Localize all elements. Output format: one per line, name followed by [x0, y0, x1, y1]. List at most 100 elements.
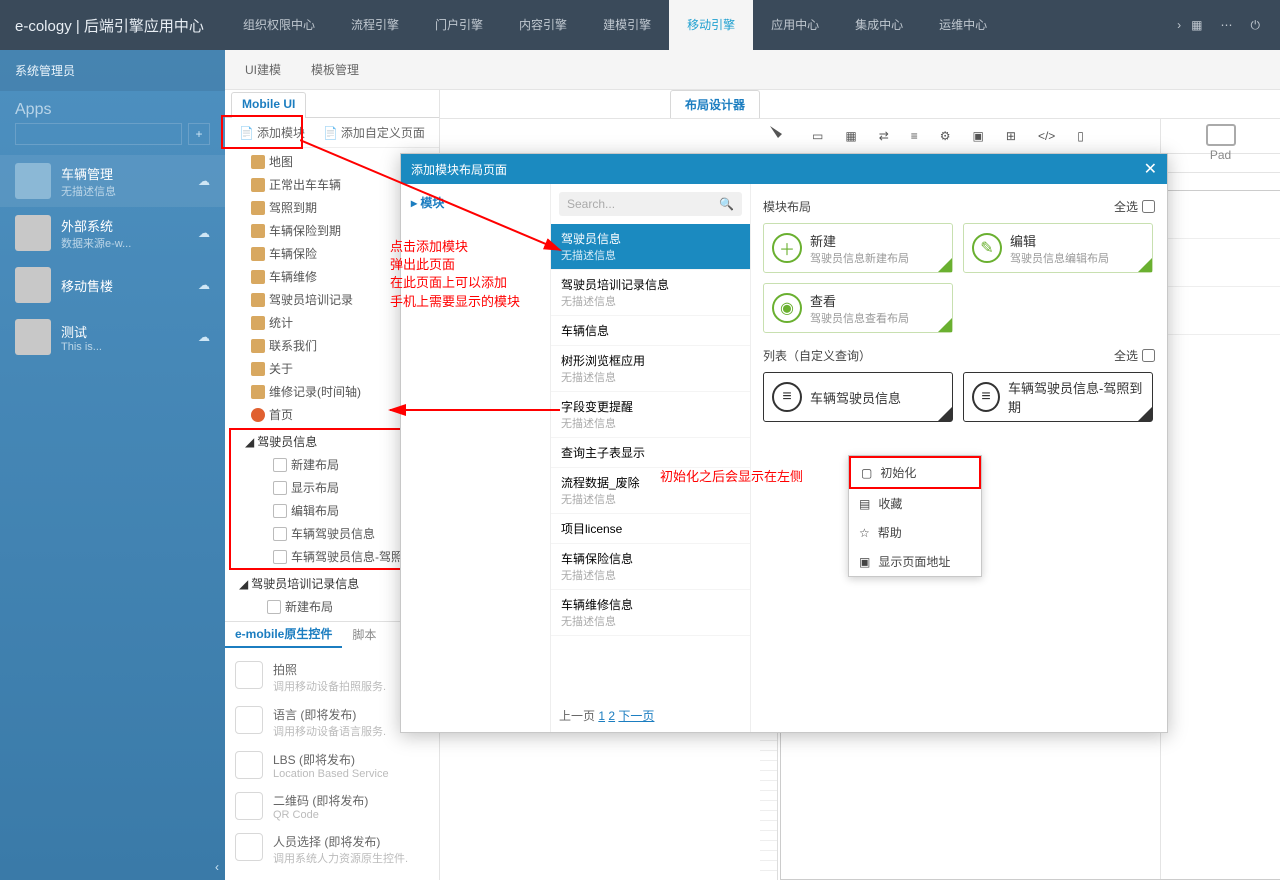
- doc-icon: [251, 155, 265, 169]
- page-icon: [273, 550, 287, 564]
- widget-icon: [235, 833, 263, 861]
- dialog-search[interactable]: Search...🔍: [559, 192, 742, 216]
- cloud-icon: ☁: [198, 226, 210, 240]
- bookmark-icon: ▤: [859, 497, 870, 511]
- widget-icon: [235, 661, 263, 689]
- doc-icon: [251, 339, 265, 353]
- section-layout-head: 模块布局 全选: [763, 198, 1155, 215]
- tool-icon[interactable]: ⚙: [940, 129, 951, 143]
- dialog-list-item[interactable]: 车辆维修信息无描述信息: [551, 590, 750, 636]
- nav-more-icon[interactable]: ›: [1167, 18, 1191, 32]
- tool-icon[interactable]: ≡: [911, 129, 918, 143]
- list-card[interactable]: ≡车辆驾驶员信息-驾照到期: [963, 372, 1153, 422]
- tool-icon[interactable]: ⊞: [1006, 129, 1016, 143]
- tree-tab-mobile-ui[interactable]: Mobile UI: [231, 92, 306, 118]
- check-corner-icon: [1138, 258, 1152, 272]
- topnav-item[interactable]: 集成中心: [837, 0, 921, 50]
- subheader-item[interactable]: UI建模: [245, 61, 281, 78]
- layout-card[interactable]: ＋新建驾驶员信息新建布局: [763, 223, 953, 273]
- device-pad[interactable]: Pad: [1161, 118, 1280, 173]
- topnav-item[interactable]: 建模引擎: [585, 0, 669, 50]
- add-page-icon: 📄: [239, 126, 254, 140]
- footer-tab-native[interactable]: e-mobile原生控件: [225, 621, 342, 648]
- ctx-initialize[interactable]: ▢初始化: [849, 456, 981, 489]
- select-all-layout-checkbox[interactable]: [1142, 200, 1155, 213]
- native-widget[interactable]: 二维码 (即将发布)QR Code: [235, 786, 429, 827]
- pager: 上一页 1 2 下一页: [551, 699, 750, 732]
- footer-tab-script[interactable]: 脚本: [342, 622, 386, 647]
- dialog-list-item[interactable]: 车辆信息: [551, 316, 750, 346]
- app-item[interactable]: 测试This is...☁: [0, 311, 225, 363]
- check-corner-icon: [938, 258, 952, 272]
- collapse-left-icon[interactable]: ‹: [215, 860, 219, 874]
- annotation-text-1: 点击添加模块 弹出此页面 在此页面上可以添加 手机上需要显示的模块: [390, 238, 520, 311]
- doc-icon: [251, 270, 265, 284]
- pager-prev[interactable]: 上一页: [559, 709, 595, 723]
- layout-card[interactable]: ✎编辑驾驶员信息编辑布局: [963, 223, 1153, 273]
- close-icon[interactable]: ✕: [1144, 159, 1157, 179]
- tool-icon[interactable]: ⇄: [879, 129, 889, 143]
- page-icon: ▢: [861, 466, 872, 480]
- doc-icon: [251, 201, 265, 215]
- dialog-list-item[interactable]: 驾驶员培训记录信息无描述信息: [551, 270, 750, 316]
- add-page-icon: 📄: [323, 126, 338, 140]
- app-item[interactable]: 移动售楼☁: [0, 259, 225, 311]
- card-icon: ✎: [972, 233, 1002, 263]
- tool-icon[interactable]: ▭: [812, 129, 823, 143]
- add-custom-page-button[interactable]: 📄添加自定义页面: [317, 120, 431, 145]
- topnav-item[interactable]: 组织权限中心: [225, 0, 333, 50]
- topnav-item[interactable]: 应用中心: [753, 0, 837, 50]
- page-icon: [273, 504, 287, 518]
- help-icon[interactable]: ⋯: [1221, 18, 1233, 33]
- dialog-list-item[interactable]: 字段变更提醒无描述信息: [551, 392, 750, 438]
- tool-cursor-icon[interactable]: [770, 126, 790, 146]
- power-icon[interactable]: ⏻: [1251, 18, 1261, 33]
- topnav-item[interactable]: 门户引擎: [417, 0, 501, 50]
- app-thumb: [15, 267, 51, 303]
- tool-icon[interactable]: ▦: [845, 129, 856, 143]
- topnav-item[interactable]: 运维中心: [921, 0, 1005, 50]
- dialog-list-item[interactable]: 项目license: [551, 514, 750, 544]
- dialog-left-head: ▸ 模块: [411, 194, 540, 211]
- grid-icon[interactable]: ▦: [1191, 18, 1202, 33]
- ctx-show-url[interactable]: ▣显示页面地址: [849, 547, 981, 576]
- dialog-list-item[interactable]: 车辆保险信息无描述信息: [551, 544, 750, 590]
- list-card[interactable]: ≡车辆驾驶员信息: [763, 372, 953, 422]
- topbar-right: ▦ ⋯ ⏻: [1191, 18, 1280, 33]
- topnav-item[interactable]: 流程引擎: [333, 0, 417, 50]
- native-widget[interactable]: 人员选择 (即将发布)调用系统人力资源原生控件.: [235, 827, 429, 872]
- window-icon: ▣: [859, 555, 870, 569]
- ctx-favorite[interactable]: ▤收藏: [849, 489, 981, 518]
- widget-icon: [235, 751, 263, 779]
- app-item[interactable]: 车辆管理无描述信息☁: [0, 155, 225, 207]
- tool-code-icon[interactable]: </>: [1038, 129, 1055, 143]
- app-item[interactable]: 外部系统数据来源e-w...☁: [0, 207, 225, 259]
- add-module-button[interactable]: 📄添加模块: [233, 120, 311, 145]
- pager-page-1[interactable]: 1: [598, 709, 605, 723]
- topnav-item[interactable]: 内容引擎: [501, 0, 585, 50]
- tool-icon[interactable]: ▣: [973, 129, 984, 143]
- pager-page-2[interactable]: 2: [608, 709, 615, 723]
- dialog-list-item[interactable]: 查询主子表显示: [551, 438, 750, 468]
- dialog-title: 添加模块布局页面: [411, 161, 507, 178]
- apps-search-input[interactable]: [15, 123, 182, 145]
- ctx-help[interactable]: ☆帮助: [849, 518, 981, 547]
- doc-icon: [251, 247, 265, 261]
- dialog-list-item[interactable]: 驾驶员信息无描述信息: [551, 224, 750, 270]
- select-all-list-checkbox[interactable]: [1142, 349, 1155, 362]
- add-app-button[interactable]: +: [188, 123, 210, 145]
- left-panel: 系统管理员 Apps + 车辆管理无描述信息☁外部系统数据来源e-w...☁移动…: [0, 50, 225, 880]
- page-icon: [267, 600, 281, 614]
- doc-icon: [251, 178, 265, 192]
- apps-heading: Apps: [0, 91, 225, 123]
- list-icon: ≡: [972, 382, 1000, 412]
- subheader-item[interactable]: 模板管理: [311, 61, 359, 78]
- layout-card[interactable]: ◉查看驾驶员信息查看布局: [763, 283, 953, 333]
- native-widget[interactable]: LBS (即将发布)Location Based Service: [235, 745, 429, 786]
- pager-next[interactable]: 下一页: [618, 709, 654, 723]
- dialog-list-item[interactable]: 树形浏览框应用无描述信息: [551, 346, 750, 392]
- page-icon: [273, 481, 287, 495]
- designer-tab[interactable]: 布局设计器: [670, 90, 760, 118]
- tool-phone-icon[interactable]: ▯: [1077, 129, 1084, 143]
- topnav-item[interactable]: 移动引擎: [669, 0, 753, 50]
